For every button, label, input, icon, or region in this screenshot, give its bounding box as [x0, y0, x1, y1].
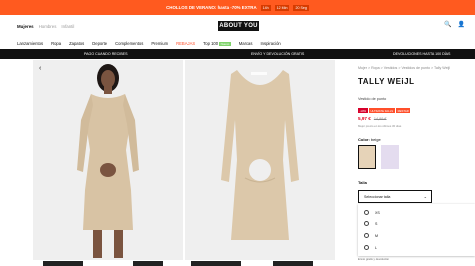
color-swatch-lilac[interactable] [381, 145, 399, 169]
size-option[interactable]: M [364, 233, 378, 238]
nav-item[interactable]: Premium [151, 41, 168, 46]
promo-text: CHOLLOS DE VERANO: hasta -70% EXTRA [166, 5, 257, 10]
size-option[interactable]: S [364, 221, 377, 226]
promo-tags: -10% ULTIMATE FALLS RESTAR [358, 108, 411, 113]
nav-item-sale[interactable]: REBAJAS [176, 41, 195, 46]
product-image-model[interactable]: ‹ [33, 60, 183, 260]
brand-name[interactable]: TALLY WEiJL [358, 77, 414, 86]
nav-item[interactable]: Zapatos [69, 41, 84, 46]
dress-illustration [221, 70, 299, 240]
countdown-hours: 14h [260, 4, 271, 11]
color-value: beige [370, 137, 381, 142]
tab-kids[interactable]: Infantil [61, 24, 74, 29]
shipping-note: Envío gratis y devolución [358, 257, 390, 261]
benefit-returns: DEVOLUCIONES HASTA 100 DÍAS [393, 52, 451, 56]
user-icon[interactable]: 👤 [458, 21, 465, 28]
size-option[interactable]: XS [364, 210, 380, 215]
radio-icon [364, 210, 369, 215]
radio-icon [364, 233, 369, 238]
thumbnail-strip [33, 261, 335, 266]
thumbnail[interactable] [133, 261, 163, 266]
product-image-flat[interactable] [185, 60, 335, 260]
nav-item[interactable]: Lanzamientos [17, 41, 43, 46]
color-swatch-beige[interactable] [358, 145, 376, 169]
color-label: Color: beige [358, 137, 381, 142]
promo-bar[interactable]: CHOLLOS DE VERANO: hasta -70% EXTRA 14h … [0, 0, 475, 15]
gender-tabs: Mujeres Hombres Infantil [17, 24, 74, 29]
tab-men[interactable]: Hombres [39, 24, 57, 29]
nav-item[interactable]: Marcas [239, 41, 253, 46]
radio-icon [364, 221, 369, 226]
category-nav: Lanzamientos Ropa Zapatos Deporte Comple… [17, 37, 475, 49]
nav-item[interactable]: Complementos [115, 41, 143, 46]
chevron-left-icon[interactable]: ‹ [39, 65, 41, 72]
size-dropdown: XS S M L [358, 204, 475, 256]
product-name: Vestido de punto [358, 97, 387, 101]
benefits-bar: PAGO CUANDO RECIBES ENVÍO Y DEVOLUCIÓN G… [0, 49, 475, 59]
size-label: Talla [358, 180, 367, 185]
new-badge: Nuevo [219, 41, 231, 46]
countdown-seconds: 20 Seg [293, 4, 309, 11]
thumbnail[interactable] [273, 261, 313, 266]
price-current: 5,97 € [358, 116, 371, 121]
logo[interactable]: ABOUT YOU [218, 21, 259, 31]
campaign-badge: ULTIMATE FALLS [369, 108, 395, 113]
model-illustration [77, 64, 139, 258]
product-gallery: ‹ [33, 60, 335, 266]
extra-badge: RESTAR [396, 108, 411, 113]
header: Mujeres Hombres Infantil ABOUT YOU 🔍 👤 [0, 15, 475, 37]
discount-badge: -10% [358, 108, 368, 113]
thumbnail[interactable] [43, 261, 83, 266]
nav-item-top100[interactable]: Top 100 Nuevo [203, 41, 231, 46]
nav-item[interactable]: Ropa [51, 41, 61, 46]
nav-item[interactable]: Inspiración [260, 41, 280, 46]
benefit-free-shipping: ENVÍO Y DEVOLUCIÓN GRATIS [251, 52, 305, 56]
product-details: Mujer > Ropa > Vestidos > Vestidos de pu… [358, 66, 475, 266]
chevron-down-icon: ⌄ [423, 194, 427, 199]
tab-women[interactable]: Mujeres [17, 24, 34, 29]
search-icon[interactable]: 🔍 [444, 21, 451, 28]
radio-icon [364, 245, 369, 250]
size-select[interactable]: Seleccionar talla ⌄ [358, 190, 432, 203]
size-option[interactable]: L [364, 245, 377, 250]
price: 5,97 € 14,99 € [358, 116, 387, 121]
thumbnail[interactable] [191, 261, 241, 266]
benefit-pay-on-delivery: PAGO CUANDO RECIBES [84, 52, 128, 56]
breadcrumb[interactable]: Mujer > Ropa > Vestidos > Vestidos de pu… [358, 66, 450, 70]
price-note: Mejor precio en los últimos 30 días [358, 124, 402, 128]
header-actions: 🔍 👤 [444, 21, 465, 28]
nav-item[interactable]: Deporte [92, 41, 107, 46]
price-original: 14,99 € [373, 117, 387, 121]
countdown-minutes: 12 Min [274, 4, 290, 11]
